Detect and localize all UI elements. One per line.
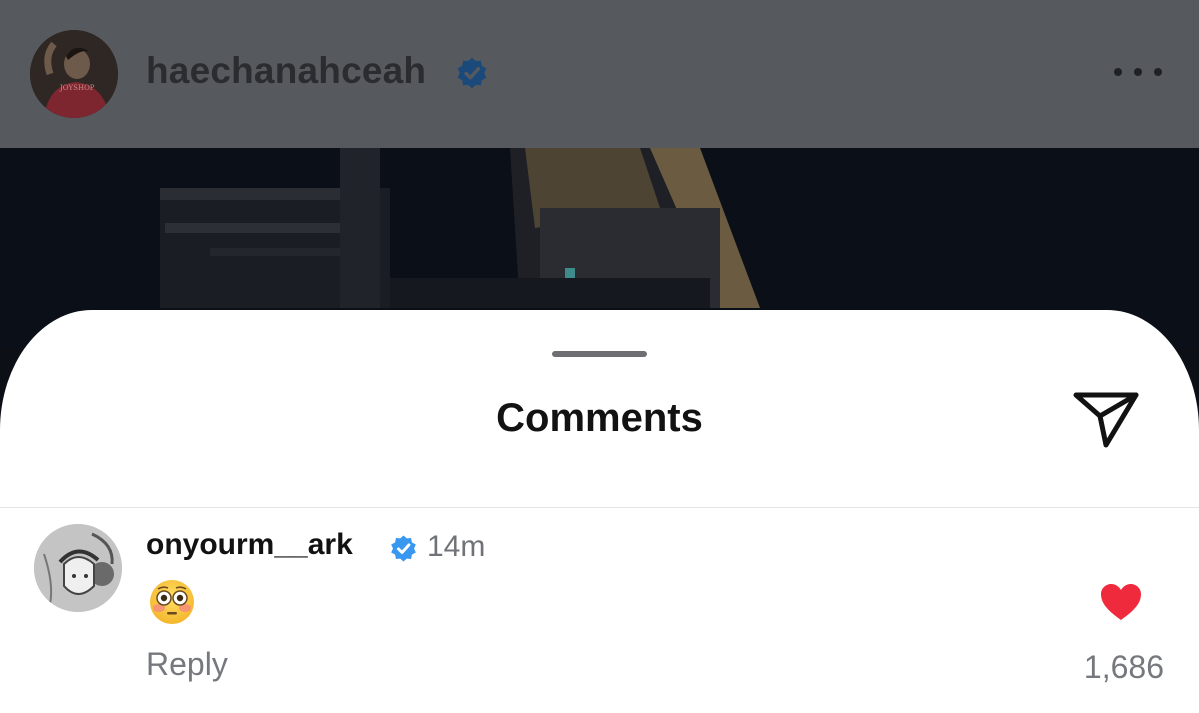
avatar-shirt-text: JOYSHOP: [60, 84, 95, 92]
more-dot: [1114, 68, 1122, 76]
commenter-avatar-image: [34, 524, 122, 612]
comments-sheet: Comments onyourm__ark 14m Reply 1,686: [0, 310, 1199, 713]
header-divider: [0, 507, 1199, 508]
avatar-photo: [30, 30, 118, 118]
comment-username[interactable]: onyourm__ark: [146, 528, 353, 562]
heart-icon[interactable]: [1099, 582, 1143, 622]
flushed-face-emoji: [150, 580, 194, 624]
post-header: JOYSHOP haechanahceah: [0, 0, 1199, 148]
more-dot: [1134, 68, 1142, 76]
like-count: 1,686: [1083, 649, 1164, 685]
post-author-avatar[interactable]: JOYSHOP: [30, 30, 118, 118]
verified-badge-icon: [457, 57, 487, 89]
verified-badge-icon: [391, 535, 416, 562]
post-author-username[interactable]: haechanahceah: [146, 50, 426, 92]
send-icon[interactable]: [1071, 388, 1141, 450]
more-dot: [1154, 68, 1162, 76]
commenter-avatar[interactable]: [34, 524, 122, 612]
reply-button[interactable]: Reply: [146, 646, 228, 683]
more-options-icon[interactable]: [1114, 62, 1162, 82]
sheet-grabber-handle[interactable]: [552, 351, 647, 357]
comments-title: Comments: [496, 396, 703, 440]
instagram-screen: JOYSHOP haechanahceah Comments onyourm__…: [0, 0, 1199, 713]
comment-timestamp: 14m: [427, 530, 486, 563]
